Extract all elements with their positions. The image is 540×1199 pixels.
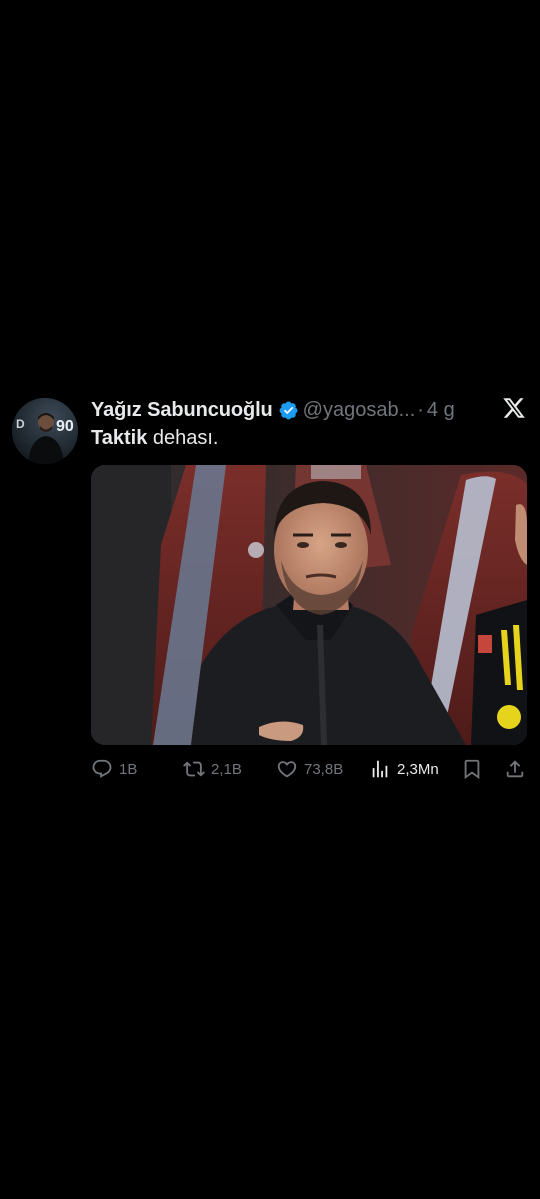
tweet-media-photo[interactable] xyxy=(91,465,527,745)
photo-content xyxy=(91,465,527,745)
reply-icon xyxy=(92,759,112,778)
author-avatar[interactable]: 90 D xyxy=(12,398,78,464)
author-display-name[interactable]: Yağız Sabuncuoğlu xyxy=(91,399,273,422)
svg-text:90: 90 xyxy=(56,418,74,435)
like-count: 73,8B xyxy=(304,760,344,778)
share-icon xyxy=(506,760,524,778)
bookmark-button[interactable] xyxy=(461,756,483,782)
tweet-header: Yağız Sabuncuoğlu @yagosab... · 4 g xyxy=(91,395,531,425)
tweet-text-rest: dehası. xyxy=(147,427,219,449)
views-icon xyxy=(372,760,388,778)
retweet-count: 2,1B xyxy=(211,760,242,778)
author-handle[interactable]: @yagosab... xyxy=(303,399,416,422)
tweet-actions: 1B 2,1B 73,8B 2,3Mn xyxy=(91,756,531,782)
tweet-text: Taktik dehası. xyxy=(91,425,219,451)
tweet-timestamp[interactable]: 4 g xyxy=(427,399,455,422)
verified-badge-icon xyxy=(278,400,299,421)
retweet-button[interactable]: 2,1B xyxy=(183,756,242,782)
like-button[interactable]: 73,8B xyxy=(276,756,343,782)
svg-text:D: D xyxy=(16,417,25,431)
reply-count: 1B xyxy=(119,760,138,778)
views-count: 2,3Mn xyxy=(397,760,439,778)
reply-button[interactable]: 1B xyxy=(91,756,137,782)
tweet-card[interactable]: 90 D Yağız Sabuncuoğlu @yagosab... · 4 g… xyxy=(0,392,540,792)
separator-dot: · xyxy=(417,398,424,421)
tweet-text-bold: Taktik xyxy=(91,427,148,449)
bookmark-icon xyxy=(464,759,480,780)
x-logo-icon xyxy=(502,396,526,420)
views-button[interactable]: 2,3Mn xyxy=(369,756,439,782)
avatar-photo: 90 D xyxy=(12,398,78,464)
retweet-icon xyxy=(183,761,205,777)
heart-icon xyxy=(277,761,297,778)
share-button[interactable] xyxy=(504,756,526,782)
